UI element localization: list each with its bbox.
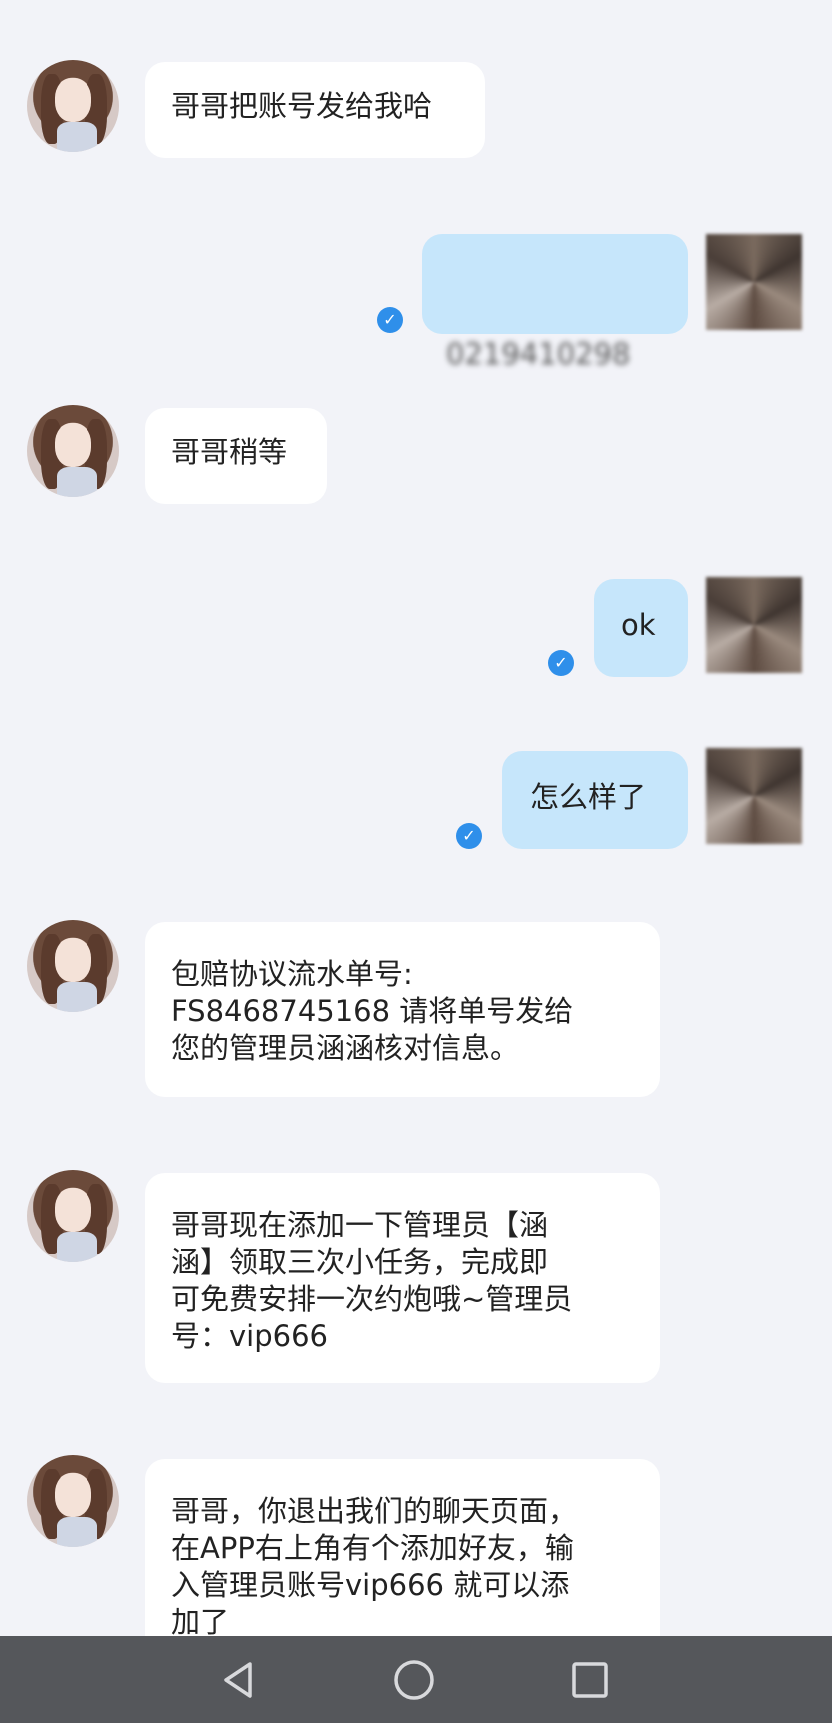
check-icon: ✓ [456, 823, 482, 849]
message-row-incoming: 包赔协议流水单号: FS8468745168 请将单号发给 您的管理员涵涵核对信… [0, 920, 832, 1100]
recent-apps-button[interactable] [550, 1636, 630, 1723]
message-bubble-outgoing[interactable]: 怎么样了 [502, 751, 688, 849]
message-row-incoming: 哥哥稍等 [0, 405, 832, 505]
back-button[interactable] [198, 1636, 278, 1723]
contact-avatar[interactable] [27, 1455, 119, 1547]
message-bubble-outgoing[interactable]: 0219410298 [422, 234, 688, 371]
blurred-account-number: 0219410298 [446, 337, 631, 371]
contact-avatar[interactable] [27, 1170, 119, 1262]
message-row-incoming: 哥哥现在添加一下管理员【涵 涵】领取三次小任务，完成即 可免费安排一次约炮哦~管… [0, 1170, 832, 1385]
recent-square-icon [572, 1661, 608, 1698]
home-button[interactable] [374, 1636, 454, 1723]
message-bubble-incoming[interactable]: 哥哥稍等 [145, 408, 327, 504]
check-icon: ✓ [548, 650, 574, 676]
user-avatar[interactable] [706, 748, 802, 844]
message-bubble-incoming[interactable]: 包赔协议流水单号: FS8468745168 请将单号发给 您的管理员涵涵核对信… [145, 922, 660, 1097]
message-row-outgoing: ✓ 怎么样了 [0, 748, 832, 858]
home-circle-icon [394, 1659, 434, 1700]
user-avatar[interactable] [706, 577, 802, 673]
contact-avatar[interactable] [27, 60, 119, 152]
message-bubble-outgoing[interactable]: ok [594, 579, 688, 677]
back-triangle-icon [224, 1661, 252, 1698]
user-avatar[interactable] [706, 234, 802, 330]
message-row-outgoing: ✓ 0219410298 [0, 232, 832, 371]
message-row-outgoing: ✓ ok [0, 577, 832, 687]
message-row-incoming: 哥哥，你退出我们的聊天页面， 在APP右上角有个添加好友，输 入管理员账号vip… [0, 1455, 832, 1669]
message-bubble-incoming[interactable]: 哥哥把账号发给我哈 [145, 62, 485, 158]
message-row-incoming: 哥哥把账号发给我哈 [0, 60, 832, 160]
contact-avatar[interactable] [27, 920, 119, 1012]
message-bubble-incoming[interactable]: 哥哥现在添加一下管理员【涵 涵】领取三次小任务，完成即 可免费安排一次约炮哦~管… [145, 1173, 660, 1383]
navigation-bar [0, 1636, 832, 1723]
contact-avatar[interactable] [27, 405, 119, 497]
check-icon: ✓ [377, 307, 403, 333]
